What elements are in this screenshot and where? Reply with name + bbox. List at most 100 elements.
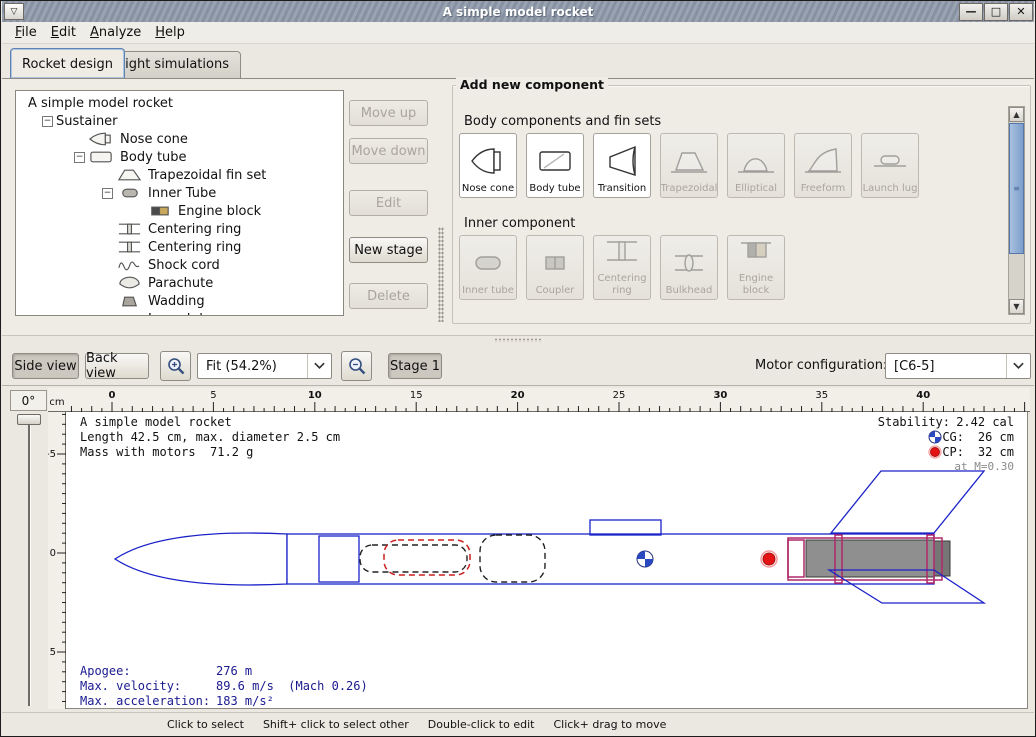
fin-trapezoidal-icon bbox=[669, 141, 709, 182]
add-trapezoidal-button[interactable]: Trapezoidal bbox=[660, 133, 718, 198]
flight-stat-label: Max. velocity: bbox=[80, 679, 181, 693]
add-inner-tube-button[interactable]: Inner tube bbox=[459, 235, 517, 300]
flight-stat-value: 89.6 m/s (Mach 0.26) bbox=[216, 679, 368, 693]
fin-elliptical-icon bbox=[736, 141, 776, 182]
tree-item-engine-block[interactable]: Engine block bbox=[16, 202, 343, 220]
rotation-slider[interactable] bbox=[28, 416, 30, 706]
add-launch-lug-button[interactable]: Launch lug bbox=[861, 133, 919, 198]
add-freeform-button[interactable]: Freeform bbox=[794, 133, 852, 198]
chevron-down-icon bbox=[1006, 354, 1030, 378]
svg-text:15: 15 bbox=[410, 390, 423, 401]
tree-item-wadding[interactable]: Wadding bbox=[16, 292, 343, 310]
zoom-in-button[interactable] bbox=[160, 351, 191, 381]
centering-ring-icon bbox=[116, 221, 143, 237]
tree-expander-icon[interactable]: − bbox=[102, 188, 113, 199]
cg-legend-icon bbox=[929, 431, 941, 443]
new-stage-button[interactable]: New stage bbox=[349, 237, 428, 263]
menu-analyze[interactable]: Analyze bbox=[83, 23, 148, 42]
tree-item-body-tube[interactable]: −Body tube bbox=[16, 148, 343, 166]
horizontal-ruler: 0510152025303540 bbox=[66, 388, 1030, 412]
launch-lug-icon bbox=[870, 141, 910, 182]
edit-button[interactable]: Edit bbox=[349, 190, 428, 216]
menu-help[interactable]: Help bbox=[148, 23, 192, 42]
cp-label: CP: bbox=[942, 445, 964, 459]
svg-text:10: 10 bbox=[308, 390, 322, 401]
back-view-button[interactable]: Back view bbox=[85, 353, 149, 379]
svg-text:-5: -5 bbox=[48, 449, 56, 460]
move-down-button[interactable]: Move down bbox=[349, 138, 428, 164]
menu-edit[interactable]: Edit bbox=[44, 23, 83, 42]
scrollbar-thumb[interactable]: ≡ bbox=[1009, 123, 1024, 254]
delete-button[interactable]: Delete bbox=[349, 283, 428, 309]
add-coupler-button[interactable]: Coupler bbox=[526, 235, 584, 300]
rocket-name-label: A simple model rocket bbox=[80, 415, 232, 429]
nose-cone-outline[interactable] bbox=[115, 533, 287, 585]
minimize-button[interactable]: — bbox=[959, 3, 983, 21]
motor-configuration-label: Motor configuration: bbox=[755, 358, 887, 373]
flight-stat-label: Apogee: bbox=[80, 664, 131, 678]
tree-item-centering-ring[interactable]: Centering ring bbox=[16, 220, 343, 238]
tree-item-parachute[interactable]: Parachute bbox=[16, 274, 343, 292]
inner-component-buttons: Inner tubeCouplerCentering ringBulkheadE… bbox=[459, 235, 785, 300]
tree-item-a-simple-model-rocket[interactable]: A simple model rocket bbox=[16, 94, 343, 112]
tree-item-trapezoidal-fin-set[interactable]: Trapezoidal fin set bbox=[16, 166, 343, 184]
mach-note: at M=0.30 bbox=[954, 460, 1014, 473]
add-centering-ring-button[interactable]: Centering ring bbox=[593, 235, 651, 300]
launch-lug-outline[interactable] bbox=[590, 520, 661, 535]
cp-marker bbox=[761, 551, 777, 567]
component-tree[interactable]: A simple model rocket−SustainerNose cone… bbox=[15, 90, 344, 316]
tree-expander-icon[interactable]: − bbox=[74, 152, 85, 163]
zoom-out-button[interactable] bbox=[341, 351, 372, 381]
rocket-mass-label: Mass with motors 71.2 g bbox=[80, 445, 253, 459]
stability-value: 2.42 cal bbox=[956, 415, 1014, 429]
svg-text:5: 5 bbox=[50, 647, 56, 658]
status-hint: Double-click to edit bbox=[428, 718, 535, 731]
transition-icon bbox=[602, 141, 642, 182]
vertical-splitter[interactable] bbox=[438, 227, 444, 322]
tree-item-centering-ring[interactable]: Centering ring bbox=[16, 238, 343, 256]
flight-stat-value: 183 m/s² bbox=[216, 694, 274, 708]
rotation-slider-handle[interactable] bbox=[17, 414, 41, 425]
section-label-body-components: Body components and fin sets bbox=[464, 114, 661, 129]
maximize-button[interactable]: □ bbox=[984, 3, 1008, 21]
tab-rocket-design[interactable]: Rocket design bbox=[10, 48, 125, 78]
maximize-icon: □ bbox=[991, 6, 1001, 17]
svg-text:0: 0 bbox=[50, 548, 56, 559]
tree-item-shock-cord[interactable]: Shock cord bbox=[16, 256, 343, 274]
cg-value: 26 cm bbox=[978, 430, 1014, 444]
window-menu-icon[interactable]: ▽ bbox=[4, 3, 24, 20]
add-body-tube-button[interactable]: Body tube bbox=[526, 133, 584, 198]
motor-configuration-combo[interactable]: [C6-5] bbox=[885, 353, 1031, 379]
view-toolbar: Side view Back view Fit (54.2%) Stage 1 … bbox=[2, 342, 1034, 385]
body-tube-icon bbox=[535, 141, 575, 182]
rocket-canvas[interactable]: A simple model rocket Length 42.5 cm, ma… bbox=[66, 412, 1028, 709]
tree-item-sustainer[interactable]: −Sustainer bbox=[16, 112, 343, 130]
tree-item-inner-tube[interactable]: −Inner Tube bbox=[16, 184, 343, 202]
zoom-level-value: Fit (54.2%) bbox=[198, 359, 307, 374]
section-label-inner-component: Inner component bbox=[464, 216, 575, 231]
add-nose-cone-button[interactable]: Nose cone bbox=[459, 133, 517, 198]
tree-expander-icon[interactable]: − bbox=[42, 116, 53, 127]
close-button[interactable]: ✕ bbox=[1009, 3, 1033, 21]
svg-text:5: 5 bbox=[210, 390, 216, 401]
scroll-up-button[interactable]: ▲ bbox=[1009, 107, 1024, 122]
add-transition-button[interactable]: Transition bbox=[593, 133, 651, 198]
side-view-button[interactable]: Side view bbox=[12, 353, 79, 379]
stage-1-toggle[interactable]: Stage 1 bbox=[388, 353, 442, 379]
move-up-button[interactable]: Move up bbox=[349, 100, 428, 126]
flight-stat-label: Max. acceleration: bbox=[80, 694, 210, 708]
add-elliptical-button[interactable]: Elliptical bbox=[727, 133, 785, 198]
add-bulkhead-button[interactable]: Bulkhead bbox=[660, 235, 718, 300]
add-engine-block-button[interactable]: Engine block bbox=[727, 235, 785, 300]
menu-file[interactable]: File bbox=[8, 23, 44, 42]
scroll-down-button[interactable]: ▼ bbox=[1009, 299, 1024, 314]
svg-text:20: 20 bbox=[511, 390, 525, 401]
horizontal-splitter[interactable] bbox=[2, 335, 1034, 342]
titlebar[interactable]: ▽ A simple model rocket — □ ✕ bbox=[2, 1, 1034, 22]
motor-casing[interactable] bbox=[806, 540, 934, 577]
tree-item-nose-cone[interactable]: Nose cone bbox=[16, 130, 343, 148]
component-scrollbar[interactable]: ▲ ≡ ▼ bbox=[1008, 106, 1025, 315]
fin-top[interactable] bbox=[831, 471, 984, 533]
zoom-level-combo[interactable]: Fit (54.2%) bbox=[197, 353, 332, 379]
tree-item-launch-lug[interactable]: Launch lug bbox=[16, 310, 343, 316]
